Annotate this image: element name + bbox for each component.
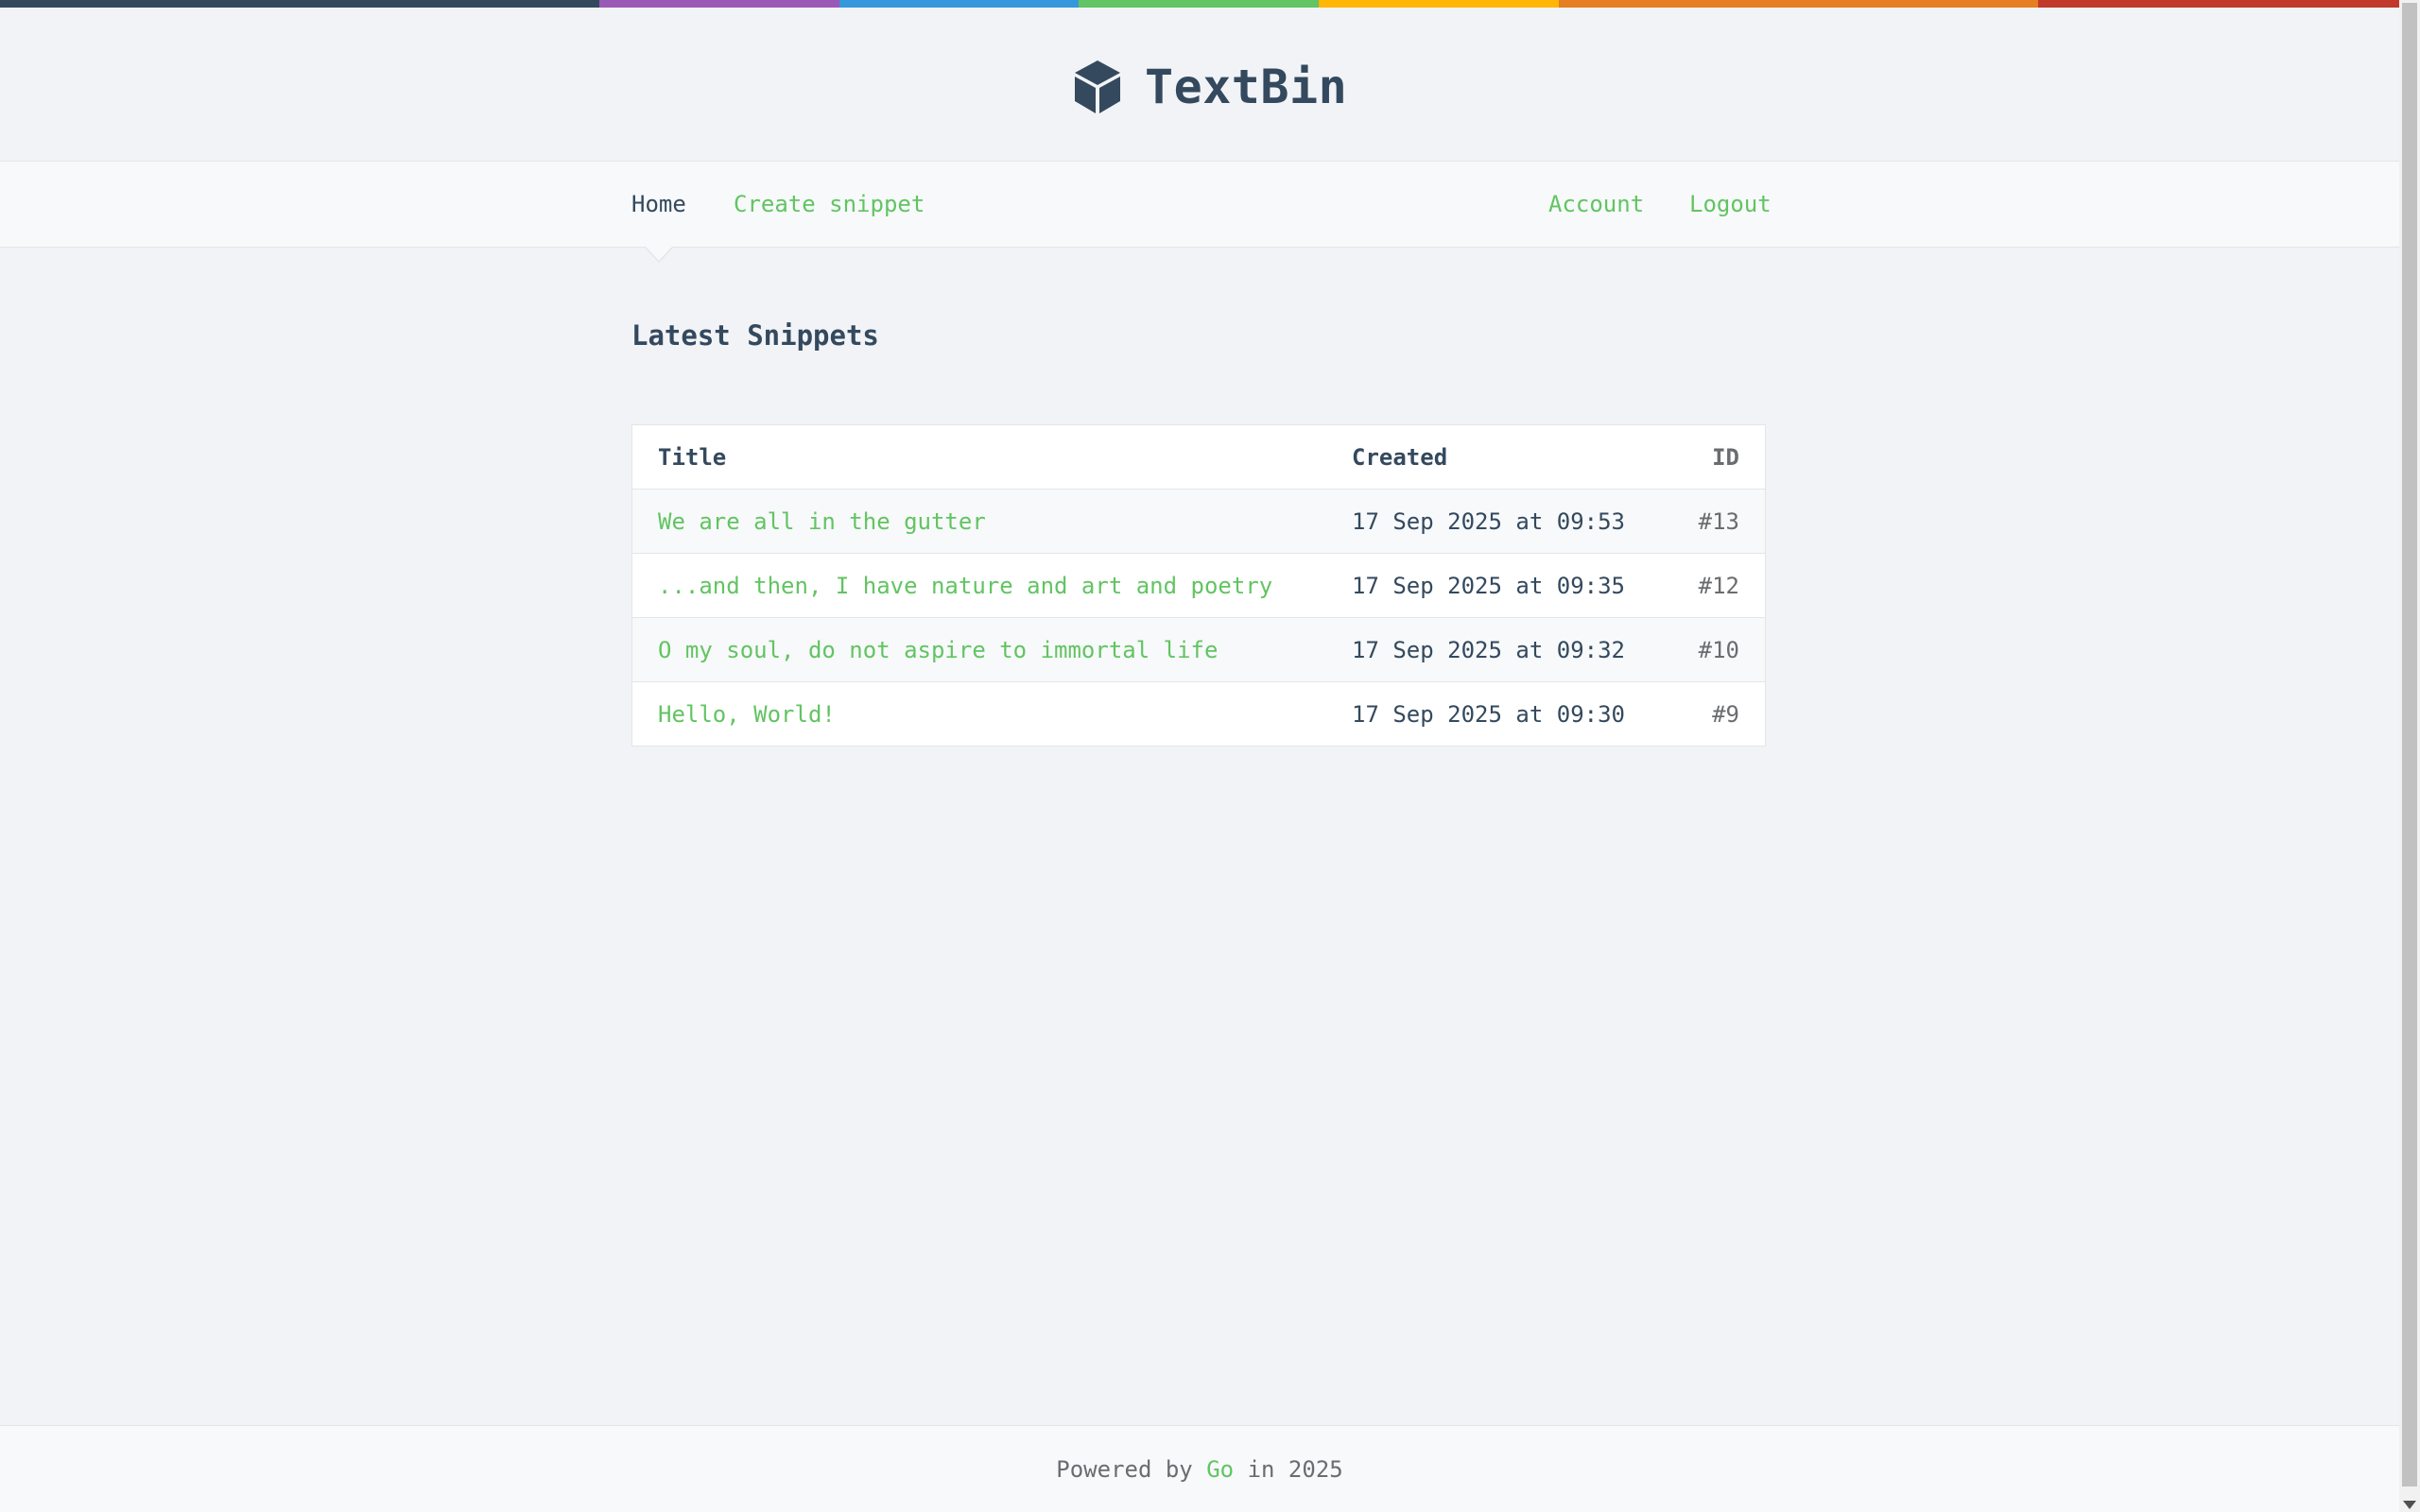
page-scrollbar[interactable] bbox=[2399, 0, 2420, 1512]
snippet-title-cell: Hello, World! bbox=[631, 681, 1326, 747]
rainbow-segment bbox=[839, 0, 1079, 8]
table-row: O my soul, do not aspire to immortal lif… bbox=[631, 617, 1766, 682]
snippet-created: 17 Sep 2025 at 09:32 bbox=[1326, 617, 1651, 682]
rainbow-segment bbox=[2038, 0, 2399, 8]
rainbow-segment bbox=[1319, 0, 1559, 8]
table-row: ...and then, I have nature and art and p… bbox=[631, 553, 1766, 618]
snippet-title-link[interactable]: Hello, World! bbox=[658, 701, 836, 728]
snippet-created: 17 Sep 2025 at 09:35 bbox=[1326, 553, 1651, 618]
rainbow-segment bbox=[599, 0, 839, 8]
table-row: We are all in the gutter 17 Sep 2025 at … bbox=[631, 489, 1766, 554]
site-header: TextBin bbox=[0, 8, 2399, 161]
column-header-title: Title bbox=[631, 424, 1326, 490]
rainbow-strip bbox=[0, 0, 2399, 8]
nav-home-link[interactable]: Home bbox=[631, 162, 686, 247]
site-title: TextBin bbox=[1145, 60, 1348, 114]
page-title: Latest Snippets bbox=[631, 319, 879, 352]
site-footer: Powered by Go in 2025 bbox=[0, 1425, 2399, 1512]
snippet-created: 17 Sep 2025 at 09:30 bbox=[1326, 681, 1651, 747]
snippet-id: #13 bbox=[1650, 489, 1766, 554]
rainbow-segment bbox=[1559, 0, 2038, 8]
home-logo-link[interactable]: TextBin bbox=[1073, 57, 1347, 117]
column-header-id: ID bbox=[1650, 424, 1766, 490]
scrollbar-thumb[interactable] bbox=[2402, 3, 2417, 1486]
snippet-title-link[interactable]: ...and then, I have nature and art and p… bbox=[658, 573, 1272, 599]
scroll-down-arrow-icon[interactable] bbox=[2403, 1501, 2416, 1509]
column-header-created: Created bbox=[1326, 424, 1651, 490]
table-header-row: Title Created ID bbox=[631, 424, 1766, 490]
snippet-title-cell: ...and then, I have nature and art and p… bbox=[631, 553, 1326, 618]
snippets-table: Title Created ID We are all in the gutte… bbox=[631, 424, 1766, 747]
snippet-id: #10 bbox=[1650, 617, 1766, 682]
active-nav-indicator bbox=[646, 247, 672, 261]
snippet-id: #9 bbox=[1650, 681, 1766, 747]
page: TextBin Home Create snippet Account Logo… bbox=[0, 0, 2399, 1512]
snippet-title-link[interactable]: We are all in the gutter bbox=[658, 508, 986, 535]
snippet-title-cell: We are all in the gutter bbox=[631, 489, 1326, 554]
footer-prefix: Powered by bbox=[1056, 1456, 1193, 1483]
snippet-created: 17 Sep 2025 at 09:53 bbox=[1326, 489, 1651, 554]
snippet-title-cell: O my soul, do not aspire to immortal lif… bbox=[631, 617, 1326, 682]
cube-icon bbox=[1075, 60, 1120, 113]
snippet-id: #12 bbox=[1650, 553, 1766, 618]
footer-suffix: in 2025 bbox=[1247, 1456, 1343, 1483]
nav-logout-link[interactable]: Logout bbox=[1689, 162, 1772, 247]
snippet-title-link[interactable]: O my soul, do not aspire to immortal lif… bbox=[658, 637, 1218, 663]
rainbow-segment bbox=[0, 0, 599, 8]
rainbow-segment bbox=[1079, 0, 1319, 8]
nav-create-snippet-link[interactable]: Create snippet bbox=[734, 162, 925, 247]
footer-go-link[interactable]: Go bbox=[1206, 1456, 1234, 1483]
main-nav: Home Create snippet Account Logout bbox=[0, 161, 2399, 263]
table-row: Hello, World! 17 Sep 2025 at 09:30 #9 bbox=[631, 681, 1766, 747]
nav-account-link[interactable]: Account bbox=[1548, 162, 1644, 247]
